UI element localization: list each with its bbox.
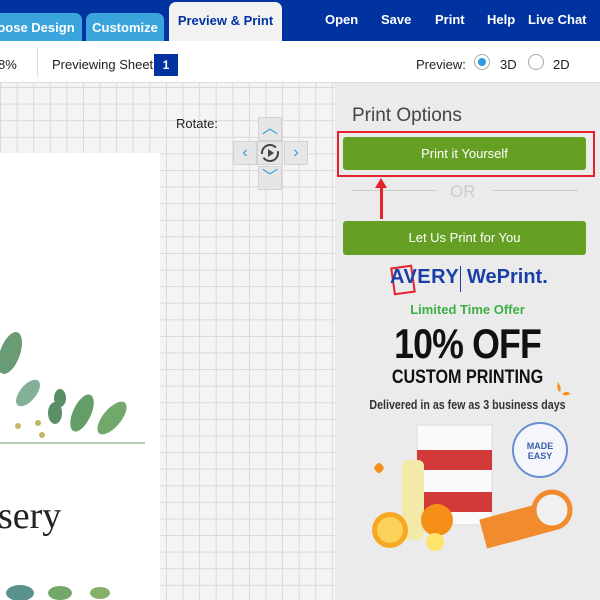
or-divider-left — [352, 190, 437, 191]
tab-choose-design[interactable]: oose Design — [0, 13, 82, 41]
let-us-print-button[interactable]: Let Us Print for You — [343, 221, 586, 255]
or-label: OR — [450, 182, 476, 201]
chevron-right-icon: › — [293, 144, 299, 161]
print-it-yourself-button[interactable]: Print it Yourself — [343, 137, 586, 170]
rotate-right-button[interactable]: › — [284, 141, 308, 165]
previewing-sheet-label: Previewing Sheet — [52, 57, 154, 72]
tab-customize[interactable]: Customize — [86, 13, 164, 41]
preview-toolbar: 8% Previewing Sheet 1 Preview: 3D 2D — [0, 41, 600, 83]
preview-label: Preview: — [416, 57, 466, 72]
splash-icon — [557, 382, 570, 396]
professional-printing-badge: MADE EASY — [512, 422, 568, 478]
rotate-up-button[interactable]: ︿ — [258, 117, 282, 141]
sheet-text: sery — [0, 495, 62, 537]
rotate-label: Rotate: — [176, 116, 218, 131]
toolbar-divider — [37, 47, 38, 77]
zoom-value[interactable]: 8% — [0, 57, 17, 72]
menu-live-chat[interactable]: Live Chat — [528, 12, 587, 27]
menu-help[interactable]: Help — [487, 12, 515, 27]
chevron-left-icon: ‹ — [242, 144, 248, 161]
preview-3d-radio[interactable] — [474, 54, 490, 70]
preview-2d-label[interactable]: 2D — [553, 57, 570, 72]
chevron-up-icon: ︿ — [261, 120, 278, 137]
menu-open[interactable]: Open — [325, 12, 358, 27]
top-navigation-bar: oose Design Customize Preview & Print Op… — [0, 0, 600, 41]
print-options-title: Print Options — [352, 105, 462, 126]
rotate-left-button[interactable]: ‹ — [233, 141, 257, 165]
sheet-number-button[interactable]: 1 — [154, 54, 178, 76]
chevron-down-icon: ﹀ — [261, 169, 278, 186]
weprint-logo: WePrint. — [467, 266, 548, 288]
preview-2d-radio[interactable] — [528, 54, 544, 70]
rotate-down-button[interactable]: ﹀ — [258, 166, 282, 190]
tab-preview-print[interactable]: Preview & Print — [169, 2, 282, 41]
preview-3d-label[interactable]: 3D — [500, 57, 517, 72]
menu-print[interactable]: Print — [435, 12, 465, 27]
rotate-play-button[interactable] — [257, 141, 283, 165]
logo-divider — [460, 266, 461, 292]
play-rotate-icon — [261, 144, 279, 162]
or-divider-right — [493, 190, 578, 191]
menu-save[interactable]: Save — [381, 12, 411, 27]
avery-logo: AVERY — [390, 266, 460, 288]
annotation-arrow-shaft — [380, 186, 383, 219]
